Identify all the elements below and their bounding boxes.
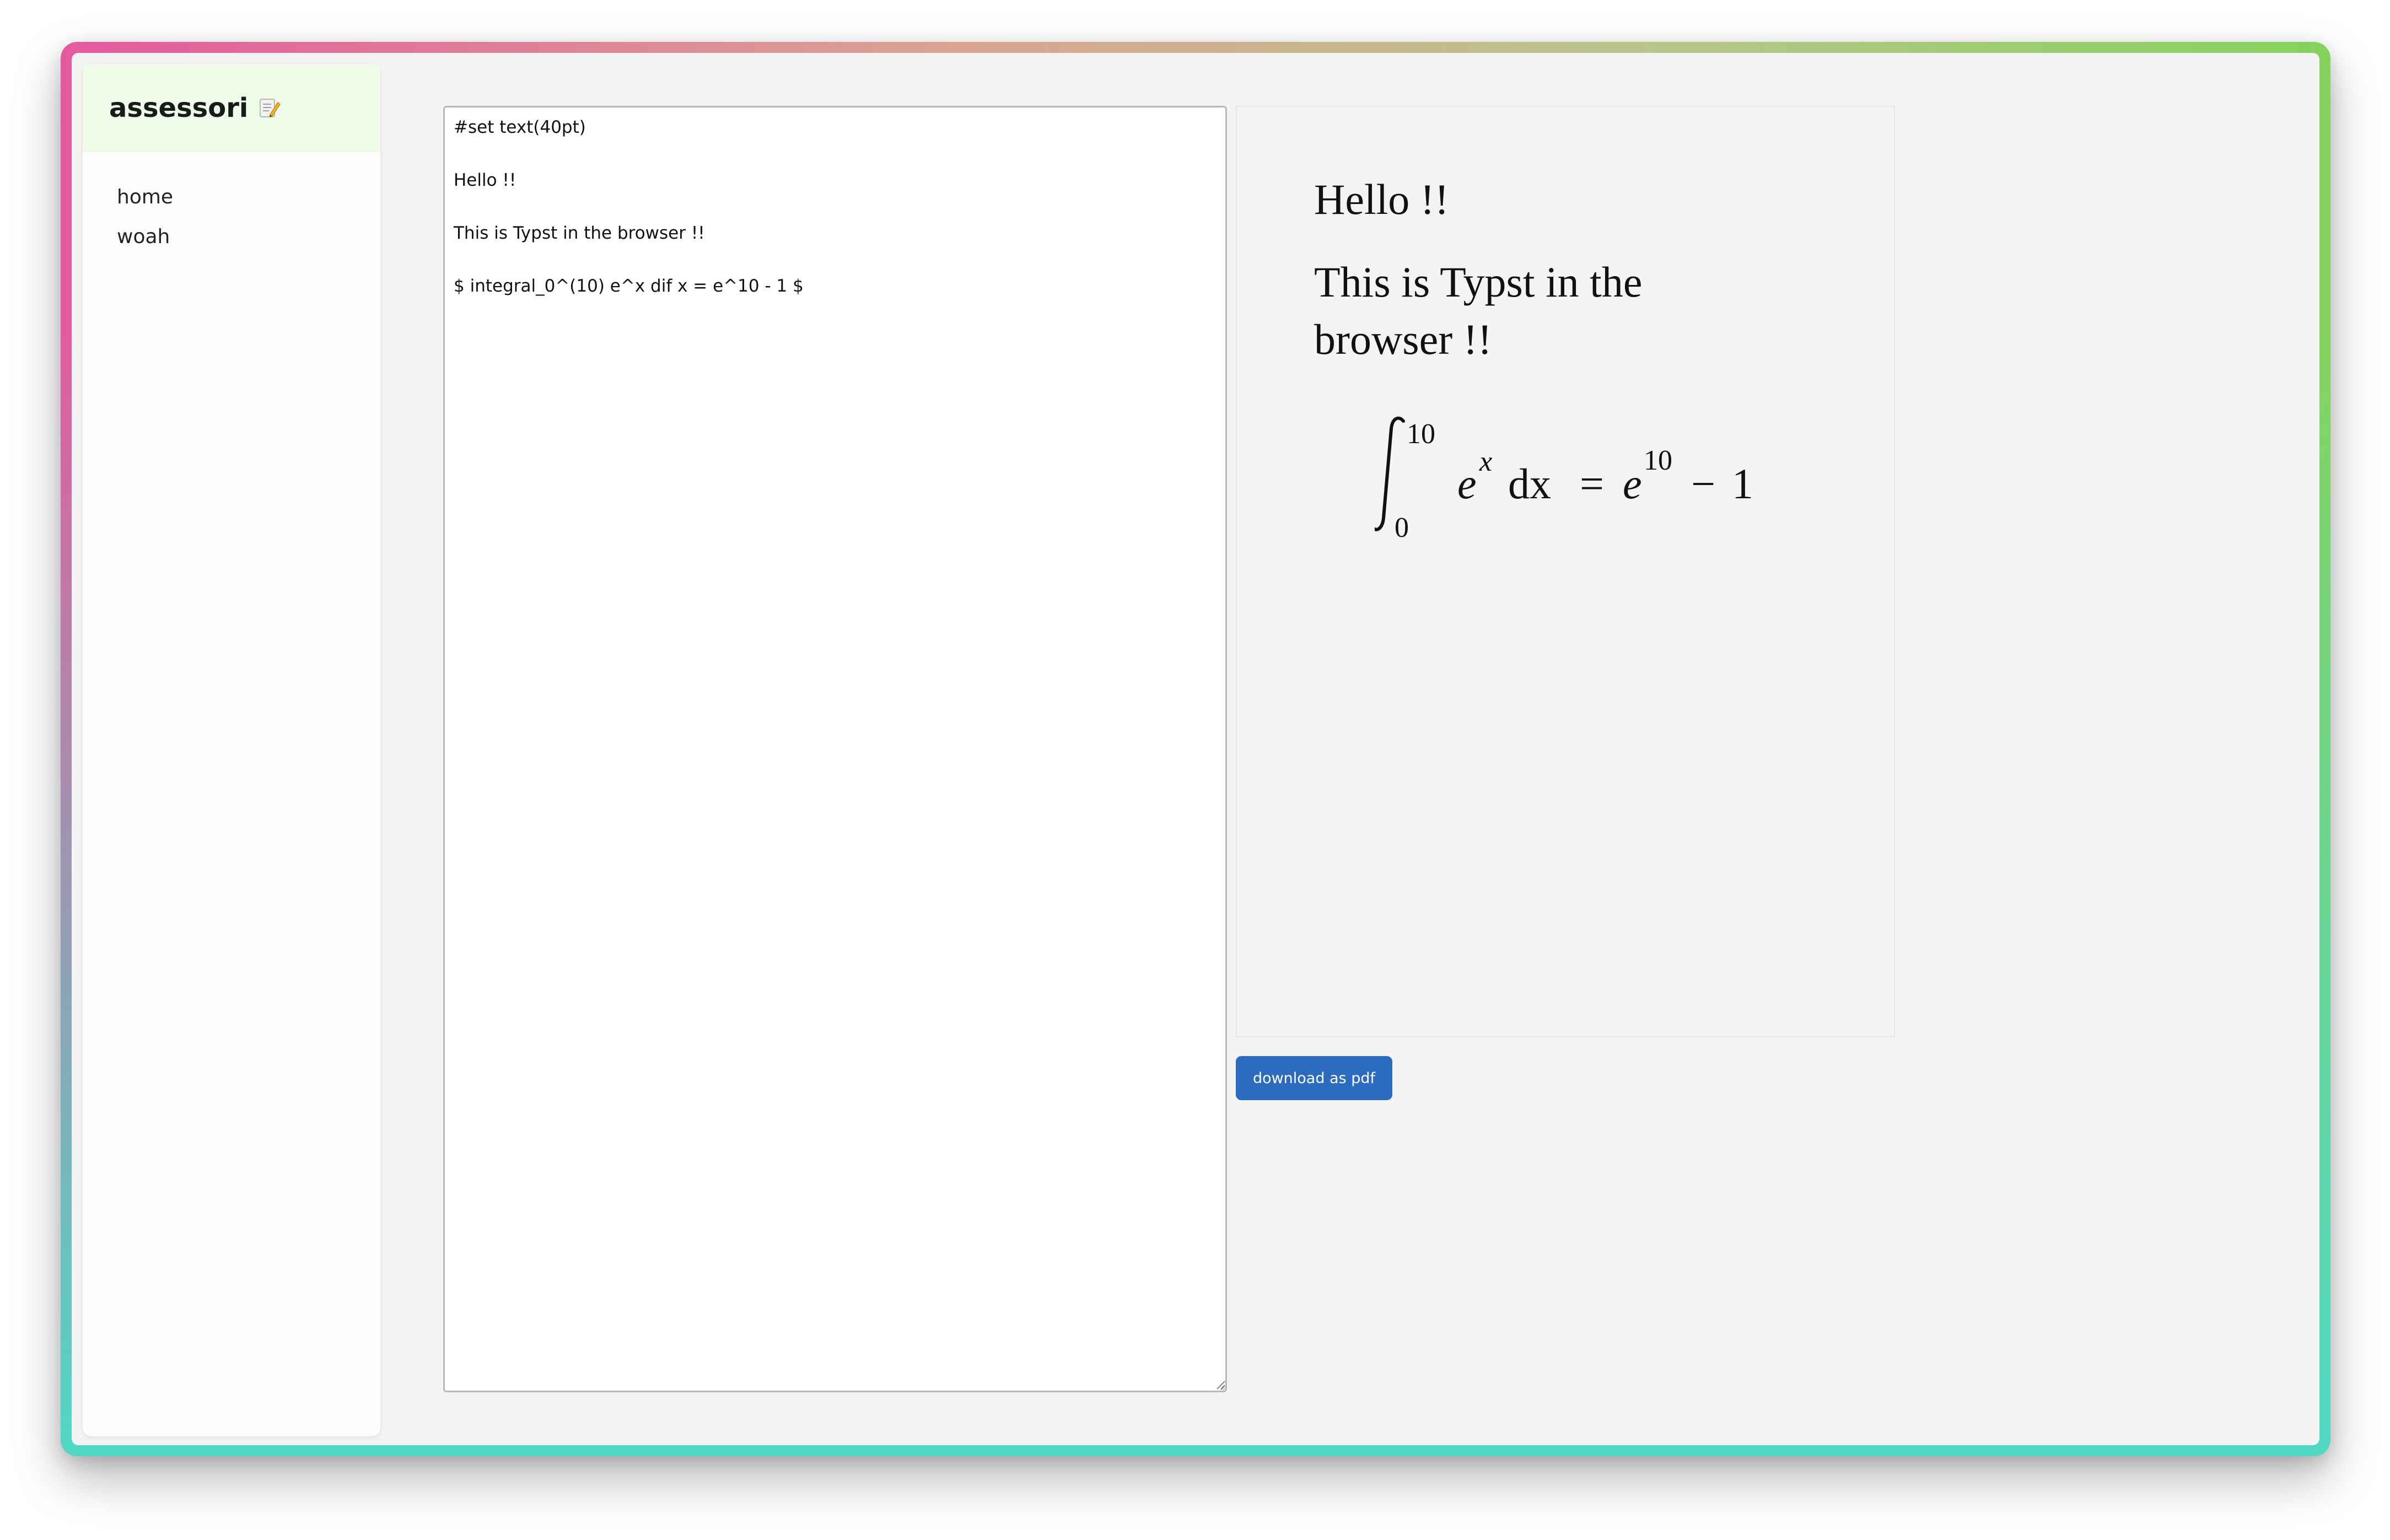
minus-sign: − [1691, 460, 1715, 508]
preview-line-typst: This is Typst in the [1314, 258, 1643, 306]
integral-sign-icon [1375, 416, 1405, 531]
integrand-exponent: x [1479, 446, 1492, 477]
sidebar: assessori home woah [83, 64, 380, 1436]
integrand-base: e [1457, 460, 1477, 508]
app-title: assessori [109, 93, 249, 123]
sidebar-nav: home woah [83, 152, 380, 257]
preview-math-equation: 10 0 e x dx = e 10 − 1 [1375, 416, 1753, 542]
pdf-preview: Hello !! This is Typst in the browser !!… [1236, 106, 1895, 1037]
integral-upper-limit: 10 [1407, 418, 1435, 450]
integral-lower-limit: 0 [1395, 512, 1409, 542]
sidebar-header: assessori [83, 64, 380, 152]
resize-handle-icon[interactable] [1214, 1378, 1226, 1390]
sidebar-item-woah[interactable]: woah [117, 217, 380, 257]
typst-source-editor[interactable]: #set text(40pt) Hello !! This is Typst i… [443, 106, 1227, 1392]
memo-icon [260, 99, 281, 117]
differential: dx [1508, 460, 1551, 508]
rhs-base: e [1623, 460, 1642, 508]
rhs-constant: 1 [1732, 460, 1753, 508]
rhs-exponent: 10 [1644, 445, 1672, 476]
preview-line-browser: browser !! [1314, 315, 1492, 363]
preview-line-hello: Hello !! [1314, 175, 1449, 223]
app-content: assessori home woah #set text(40pt) Hell… [72, 53, 2319, 1445]
equals-sign: = [1580, 460, 1604, 508]
sidebar-item-home[interactable]: home [117, 177, 380, 217]
app-window: assessori home woah #set text(40pt) Hell… [61, 42, 2330, 1456]
download-pdf-button[interactable]: download as pdf [1236, 1056, 1392, 1100]
